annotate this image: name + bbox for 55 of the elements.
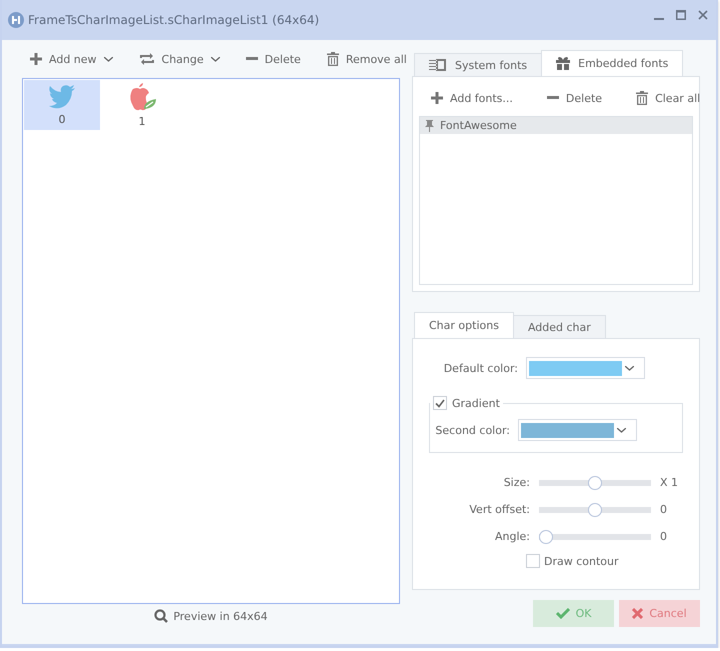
toolbar-button[interactable]: Delete [542, 90, 606, 106]
window-title: FrameTsCharImageList.sCharImageList1 (64x64) [28, 13, 320, 27]
checkbox-label: Draw contour [544, 554, 619, 568]
slider-thumb[interactable] [588, 502, 602, 516]
bird-icon [48, 84, 76, 108]
toolbar-button[interactable]: Remove all [322, 50, 411, 68]
repeat-icon [138, 53, 155, 65]
slider-thumb[interactable] [539, 530, 553, 544]
font-item[interactable]: FontAwesome [420, 117, 692, 134]
close-icon[interactable] [698, 10, 708, 20]
maximize-icon[interactable] [676, 10, 686, 20]
toolbar-button[interactable]: Clear all [632, 89, 704, 107]
app-logo-icon [8, 12, 24, 28]
slider-reading: 0 [660, 503, 668, 516]
toolbar-button[interactable]: Add fonts... [427, 90, 517, 106]
trash-icon [636, 91, 648, 105]
image-tile[interactable]: 0 [24, 80, 100, 130]
toolbar-button[interactable]: Delete [242, 50, 305, 68]
toolbar-button[interactable]: Change [134, 50, 224, 68]
image-index: 1 [138, 114, 146, 128]
trash-icon [326, 52, 339, 66]
tab[interactable]: Char options [414, 312, 514, 338]
slider-label: Size: [502, 476, 530, 489]
image-index: 0 [58, 112, 66, 126]
field-label: Second color: [434, 424, 510, 436]
checkmark-icon [435, 398, 445, 408]
slider-thumb[interactable] [588, 476, 602, 490]
search-icon [154, 609, 168, 623]
checkbox[interactable] [433, 396, 447, 410]
color-picker[interactable] [526, 357, 645, 379]
plus-icon [431, 92, 443, 104]
checkbox[interactable] [526, 554, 540, 568]
minus-icon [546, 96, 559, 100]
tab[interactable]: Added char [512, 315, 606, 338]
tab[interactable]: Embedded fonts [541, 50, 684, 76]
font-icon [429, 58, 447, 72]
checkbox-label: Gradient [452, 396, 500, 410]
preview-label[interactable]: Preview in 64x64 [173, 610, 268, 622]
checkmark-icon [556, 608, 570, 619]
slider-reading: X 1 [660, 476, 680, 489]
pin-icon [425, 120, 434, 132]
minus-icon [246, 57, 258, 61]
slider-label: Vert offset: [468, 503, 530, 516]
plus-icon [30, 53, 42, 65]
field-label: Default color: [442, 362, 518, 374]
slider-label: Angle: [494, 530, 530, 543]
toolbar-button[interactable]: Add new [26, 50, 117, 68]
caret-icon [617, 428, 626, 432]
tab[interactable]: System fonts [414, 53, 542, 76]
slider-reading: 0 [660, 530, 668, 543]
image-tile[interactable]: 1 [104, 80, 180, 130]
color-picker[interactable] [518, 419, 637, 441]
cross-icon [632, 608, 644, 619]
gift-icon [556, 57, 570, 70]
caret-icon [625, 366, 634, 370]
